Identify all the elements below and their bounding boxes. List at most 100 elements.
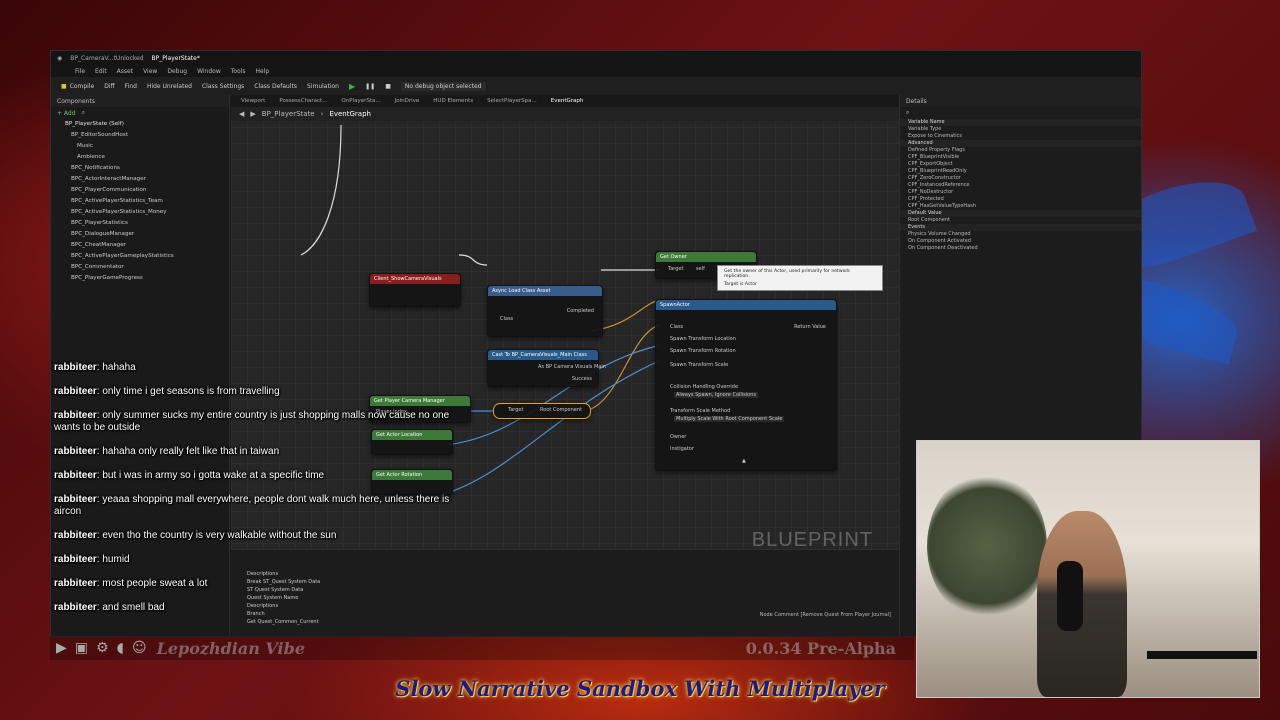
menu-debug[interactable]: Debug: [167, 68, 187, 75]
scale-method-dropdown[interactable]: Multiply Scale With Root Component Scale: [674, 416, 785, 422]
component-item[interactable]: BPC_ActivePlayerGameplayStatistics: [51, 251, 229, 262]
component-root[interactable]: BP_PlayerState (Self): [51, 119, 229, 130]
pin-spawn-rotation[interactable]: Spawn Transform Rotation: [670, 348, 736, 354]
details-row: CPF_HasGetValueTypeHash: [908, 203, 977, 209]
pin-collision-handling[interactable]: Collision Handling Override: [670, 384, 738, 390]
pin-as[interactable]: As BP Camera Visuals Main: [538, 364, 606, 370]
chat-text: only summer sucks my entire country is j…: [54, 410, 450, 433]
pin-owner[interactable]: Owner: [670, 434, 686, 440]
search-icon: ⌕: [906, 109, 910, 116]
node-root-component[interactable]: Target Root Component: [493, 403, 591, 419]
expand-arrow-icon[interactable]: ▲: [742, 458, 746, 464]
details-row[interactable]: Events: [900, 224, 1141, 231]
class-defaults-button[interactable]: Class Defaults: [254, 83, 297, 90]
pin-class[interactable]: Class: [500, 316, 513, 322]
menu-edit[interactable]: Edit: [95, 68, 107, 75]
diff-button[interactable]: Diff: [104, 83, 114, 90]
node-custom-event[interactable]: Client_ShowCameraVisuals: [369, 273, 461, 307]
details-row: Variable Type: [908, 126, 942, 132]
details-row: CPF_ZeroConstructor: [908, 175, 961, 181]
chat-message: rabbiteer: hahaha only really felt like …: [54, 446, 280, 457]
details-row: Root Component: [908, 217, 950, 223]
component-item[interactable]: Ambience: [51, 152, 229, 163]
chat-user: rabbiteer: [54, 386, 97, 397]
details-row[interactable]: Advanced: [900, 140, 1141, 147]
search-icon[interactable]: ⌕: [82, 109, 85, 117]
chat-overlay: rabbiteer: hahaha rabbiteer: only time i…: [54, 362, 474, 626]
node-comment-label: Node Comment [Remove Quest From Player J…: [759, 612, 891, 618]
chat-user: rabbiteer: [54, 602, 97, 613]
chat-message: rabbiteer: hahaha: [54, 362, 136, 373]
event-row[interactable]: Physics Volume Changed: [900, 231, 1141, 238]
debug-filter-select[interactable]: No debug object selected: [400, 81, 486, 91]
class-settings-button[interactable]: Class Settings: [202, 83, 244, 90]
pin-transform-scale-method[interactable]: Transform Scale Method: [670, 408, 730, 414]
exec-wire: [300, 124, 342, 256]
twitch-icon: ▣: [74, 640, 89, 656]
chat-user: rabbiteer: [54, 494, 97, 505]
details-row: CPF_BlueprintReadOnly: [908, 168, 967, 174]
pin-spawn-location[interactable]: Spawn Transform Location: [670, 336, 736, 342]
component-item[interactable]: BPC_Notifications: [51, 163, 229, 174]
pause-icon[interactable]: ❚❚: [365, 83, 375, 90]
component-item[interactable]: BP_EditorSoundHost: [51, 130, 229, 141]
details-row[interactable]: Default Value: [900, 210, 1141, 217]
chat-user: rabbiteer: [54, 530, 97, 541]
node-cast-to[interactable]: Cast To BP_CameraVisuals_Main Class As B…: [487, 349, 606, 387]
event-row[interactable]: On Component Deactivated: [900, 245, 1141, 252]
component-item[interactable]: BPC_PlayerStatistics: [51, 218, 229, 229]
component-item[interactable]: BPC_DialogueManager: [51, 229, 229, 240]
pin-success[interactable]: Success: [572, 376, 592, 382]
node-async-load[interactable]: Async Load Class Asset Class Completed: [487, 285, 603, 337]
details-search[interactable]: ⌕: [900, 107, 1141, 119]
pin-target[interactable]: Target: [508, 407, 523, 413]
node-tooltip: Get the owner of this Actor, used primar…: [717, 265, 883, 291]
menu-asset[interactable]: Asset: [117, 68, 133, 75]
component-item[interactable]: BPC_Commentator: [51, 262, 229, 273]
stop-icon[interactable]: ■: [385, 83, 391, 90]
pin-completed[interactable]: Completed: [567, 308, 594, 314]
doc-tab-active[interactable]: BP_PlayerState*: [152, 55, 200, 62]
pin-spawn-scale[interactable]: Spawn Transform Scale: [670, 362, 728, 368]
compile-button[interactable]: ■ Compile: [61, 83, 94, 90]
stream-tagline: Slow Narrative Sandbox With Multiplayer: [395, 676, 885, 701]
title-bar: ◉ BP_CameraV...tUnlocked BP_PlayerState*: [51, 51, 1141, 65]
find-button[interactable]: Find: [125, 83, 137, 90]
details-row[interactable]: Defined Property Flags: [900, 147, 1141, 154]
pin-instigator[interactable]: Instigator: [670, 446, 694, 452]
play-icon[interactable]: ▶: [349, 82, 355, 91]
toolbar: ■ Compile Diff Find Hide Unrelated Class …: [51, 77, 1141, 96]
component-item[interactable]: BPC_PlayerGameProgress: [51, 273, 229, 284]
simulation-button[interactable]: Simulation: [307, 83, 339, 90]
hide-unrelated-button[interactable]: Hide Unrelated: [147, 83, 192, 90]
add-component-button[interactable]: + Add: [57, 110, 76, 117]
chat-message: rabbiteer: but i was in army so i gotta …: [54, 470, 325, 481]
menu-tools[interactable]: Tools: [231, 68, 246, 75]
component-item[interactable]: BPC_PlayerCommunication: [51, 185, 229, 196]
component-item[interactable]: BPC_CheatManager: [51, 240, 229, 251]
pin-class[interactable]: Class: [670, 324, 683, 330]
details-row: CPF_NoDestructor: [908, 189, 954, 195]
component-item[interactable]: BPC_ActivePlayerStatistics_Money: [51, 207, 229, 218]
component-item[interactable]: Music: [51, 141, 229, 152]
chat-message: rabbiteer: only time i get seasons is fr…: [54, 386, 280, 397]
menu-view[interactable]: View: [143, 68, 157, 75]
component-item[interactable]: BPC_ActivePlayerStatistics_Team: [51, 196, 229, 207]
pin-return-value[interactable]: Return Value: [794, 324, 826, 330]
menu-window[interactable]: Window: [197, 68, 221, 75]
node-title: Async Load Class Asset: [488, 286, 602, 296]
doc-tab[interactable]: BP_CameraV...tUnlocked: [70, 55, 143, 62]
compile-icon: ■: [61, 82, 67, 90]
mic-arm-image: [1147, 651, 1257, 659]
chat-user: rabbiteer: [54, 470, 97, 481]
pin-target[interactable]: Target: [668, 266, 683, 272]
details-row: CPF_InstancedReference: [908, 182, 970, 188]
exec-wire: [458, 254, 488, 266]
game-version: 0.0.34 Pre-Alpha: [745, 638, 896, 658]
menu-file[interactable]: File: [75, 68, 85, 75]
collision-dropdown[interactable]: Always Spawn, Ignore Collisions: [674, 392, 758, 398]
node-spawn-actor[interactable]: SpawnActor Class Return Value Spawn Tran…: [655, 299, 837, 471]
component-item[interactable]: BPC_ActorInteractManager: [51, 174, 229, 185]
event-row[interactable]: On Component Activated: [900, 238, 1141, 245]
menu-help[interactable]: Help: [256, 68, 270, 75]
